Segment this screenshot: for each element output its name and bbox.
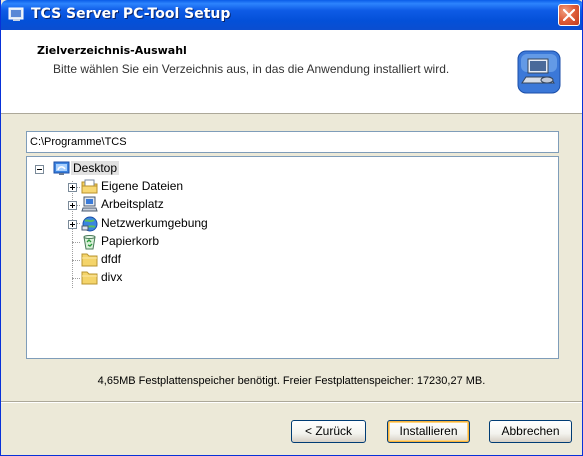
tree-item-label: dfdf (101, 252, 122, 266)
folder-icon (81, 271, 98, 285)
footer-divider (1, 401, 582, 403)
recycle-bin-icon (83, 235, 96, 250)
install-button[interactable]: Installieren (387, 420, 470, 443)
title-bar[interactable]: TCS Server PC-Tool Setup (1, 0, 582, 30)
tree-item[interactable]: dfdf (63, 251, 223, 269)
tree-item[interactable]: Eigene Dateien (63, 178, 223, 196)
folder-icon (81, 253, 98, 267)
folder-tree[interactable]: Desktop Eigene Dateien Arbeitsplatz Netz… (26, 156, 559, 359)
expand-toggle-icon[interactable] (68, 220, 77, 229)
close-icon (563, 9, 575, 21)
tree-item-label: divx (101, 270, 123, 284)
header-panel: Zielverzeichnis-Auswahl Bitte wählen Sie… (1, 30, 582, 114)
my-computer-icon (81, 196, 98, 212)
tree-item-label: Arbeitsplatz (101, 197, 164, 211)
my-documents-icon (81, 179, 98, 194)
tree-item[interactable]: Papierkorb (63, 233, 223, 251)
installer-computer-icon (517, 50, 561, 94)
close-button[interactable] (558, 4, 580, 26)
tree-item-label: Papierkorb (101, 234, 160, 248)
desktop-icon (53, 161, 70, 175)
setup-window: TCS Server PC-Tool Setup Zielverzeichnis… (0, 0, 583, 456)
tree-item-label: Netzwerkumgebung (101, 216, 208, 230)
collapse-toggle-icon[interactable] (35, 165, 44, 174)
tree-item[interactable]: Netzwerkumgebung (63, 215, 243, 233)
tree-item-desktop[interactable]: Desktop (35, 160, 145, 178)
cancel-button[interactable]: Abbrechen (489, 420, 572, 443)
expand-toggle-icon[interactable] (68, 183, 77, 192)
disk-space-status: 4,65MB Festplattenspeicher benötigt. Fre… (97, 375, 486, 387)
window-title: TCS Server PC-Tool Setup (31, 6, 231, 22)
page-description: Bitte wählen Sie ein Verzeichnis aus, in… (53, 62, 450, 76)
expand-toggle-icon[interactable] (68, 201, 77, 210)
back-button[interactable]: < Zurück (291, 420, 366, 443)
tree-item[interactable]: Arbeitsplatz (63, 196, 223, 214)
install-path-input[interactable]: C:\Programme\TCS (26, 131, 559, 153)
setup-app-icon (8, 7, 24, 21)
network-places-icon (81, 216, 98, 232)
tree-item[interactable]: divx (63, 269, 223, 287)
tree-item-label: Desktop (71, 161, 120, 175)
tree-item-label: Eigene Dateien (101, 179, 184, 193)
page-title: Zielverzeichnis-Auswahl (37, 44, 187, 57)
